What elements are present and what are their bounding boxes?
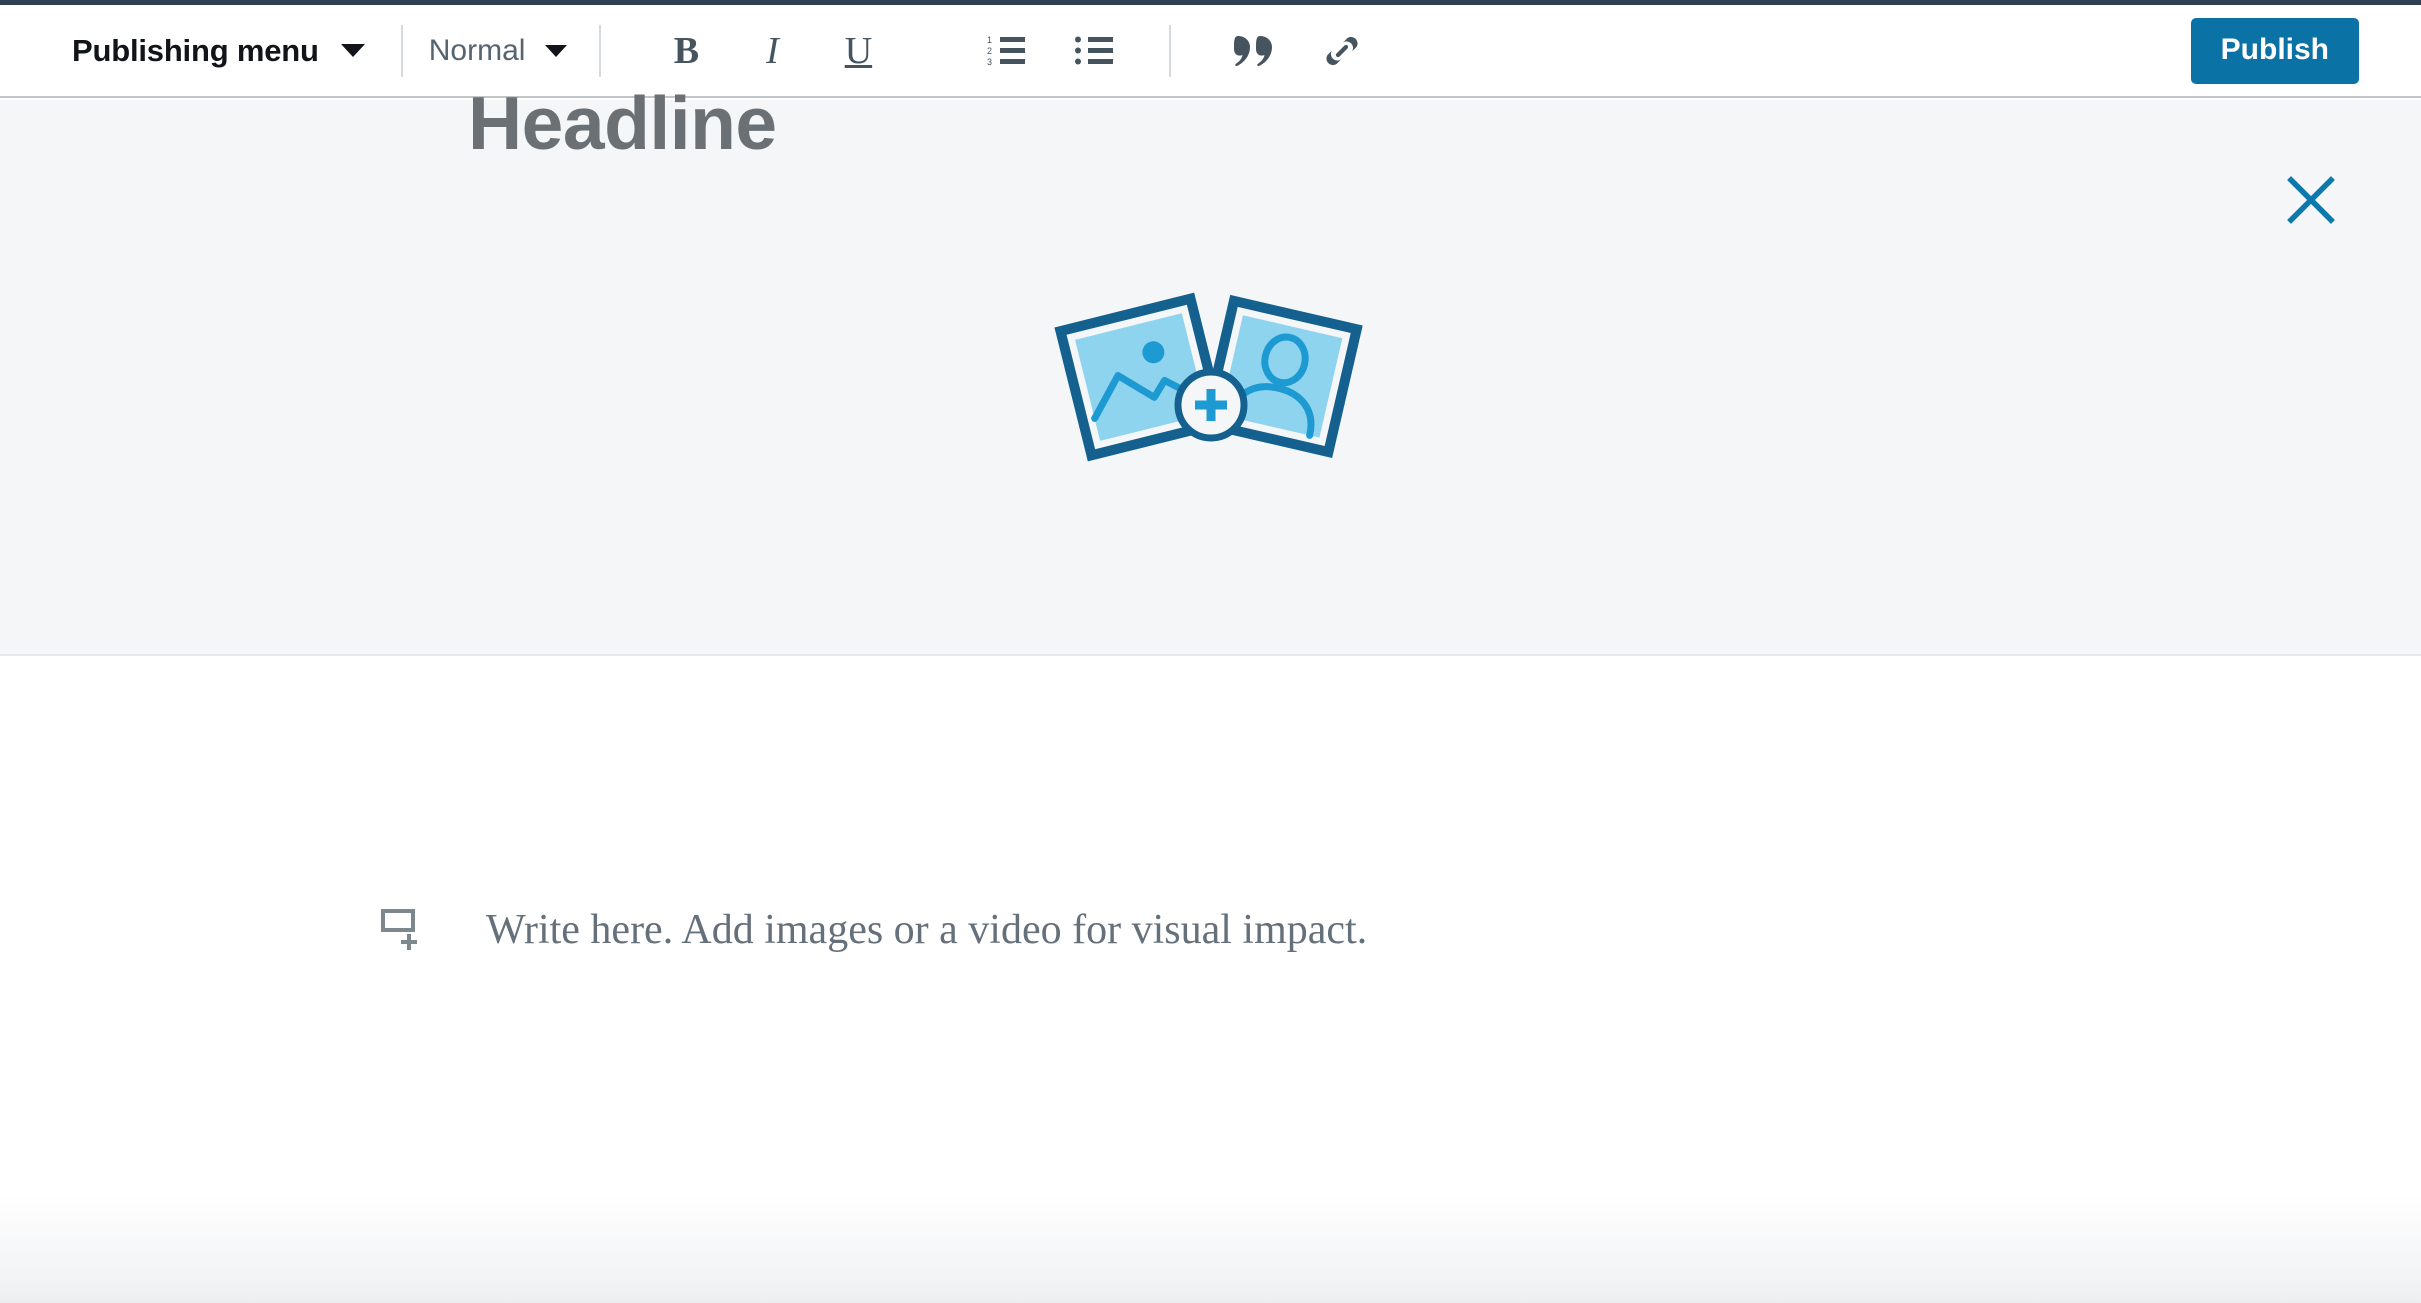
- text-style-value: Normal: [428, 33, 526, 67]
- svg-text:2: 2: [987, 46, 992, 56]
- insert-group: [1219, 20, 1377, 82]
- text-format-group: B I U: [651, 20, 893, 82]
- link-icon: [1326, 36, 1358, 65]
- body-paragraph-row: Write here. Add images or a video for vi…: [380, 906, 1367, 954]
- close-cover-button[interactable]: [2285, 174, 2337, 226]
- cover-image-dropzone[interactable]: [0, 100, 2421, 656]
- chevron-down-icon: [340, 44, 365, 57]
- unordered-list-icon: [1075, 36, 1114, 64]
- publishing-menu-dropdown[interactable]: Publishing menu: [72, 23, 365, 79]
- headline-input[interactable]: Headline: [468, 86, 777, 161]
- bottom-fade: [0, 1193, 2421, 1303]
- editor-toolbar: Publishing menu Normal B I U 1 2 3 Publi…: [0, 5, 2421, 98]
- italic-button[interactable]: I: [741, 20, 803, 82]
- article-editor: [0, 658, 2421, 1303]
- add-cover-images-button[interactable]: [1041, 282, 1381, 472]
- underline-icon: U: [844, 29, 873, 72]
- quote-icon: [1234, 35, 1273, 66]
- list-format-group: 1 2 3: [971, 20, 1129, 82]
- underline-button[interactable]: U: [827, 20, 889, 82]
- add-media-button[interactable]: [380, 908, 424, 952]
- italic-icon: I: [766, 29, 779, 72]
- publish-area: Publish: [2190, 17, 2359, 84]
- svg-text:3: 3: [987, 57, 992, 67]
- ordered-list-icon: 1 2 3: [987, 35, 1026, 67]
- text-style-dropdown[interactable]: Normal: [429, 23, 568, 79]
- link-button[interactable]: [1311, 20, 1373, 82]
- add-media-icon: [381, 909, 417, 950]
- ordered-list-button[interactable]: 1 2 3: [975, 20, 1037, 82]
- svg-text:1: 1: [987, 35, 992, 45]
- publishing-menu-label: Publishing menu: [72, 32, 319, 68]
- blockquote-button[interactable]: [1223, 20, 1285, 82]
- unordered-list-button[interactable]: [1063, 20, 1125, 82]
- bold-icon: B: [673, 29, 700, 72]
- bold-button[interactable]: B: [655, 20, 717, 82]
- close-icon: [2287, 176, 2335, 224]
- toolbar-divider: [400, 24, 403, 77]
- chevron-down-icon: [545, 44, 568, 57]
- toolbar-divider: [1169, 24, 1172, 77]
- publish-button[interactable]: Publish: [2190, 17, 2359, 84]
- toolbar-divider: [599, 24, 602, 77]
- add-cover-images-icon: [1053, 292, 1363, 462]
- body-text-input[interactable]: Write here. Add images or a video for vi…: [486, 906, 1367, 954]
